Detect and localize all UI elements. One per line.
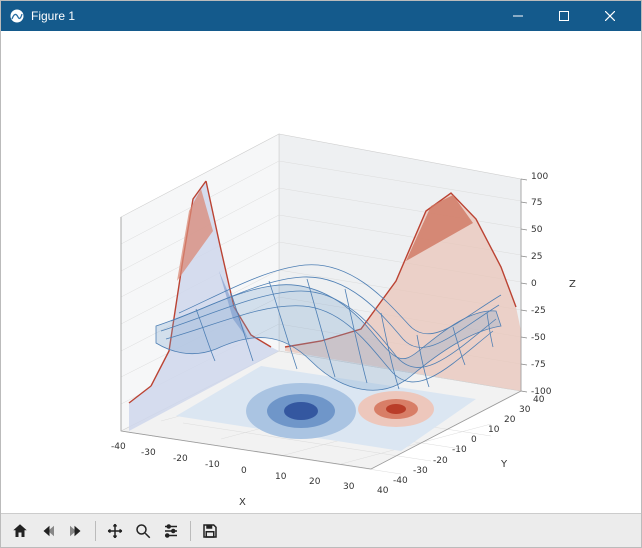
toolbar-separator [190,521,191,541]
toolbar-separator [95,521,96,541]
app-icon [9,8,25,24]
svg-text:30: 30 [519,405,531,415]
z-axis-label: Z [569,279,576,290]
svg-text:-30: -30 [413,466,428,476]
svg-text:0: 0 [241,466,247,476]
svg-text:-40: -40 [111,442,126,452]
svg-text:-40: -40 [393,476,408,486]
configure-button[interactable] [158,518,184,544]
svg-text:100: 100 [531,172,548,182]
titlebar: Figure 1 [1,1,641,31]
maximize-button[interactable] [541,1,587,31]
save-button[interactable] [197,518,223,544]
home-button[interactable] [7,518,33,544]
svg-text:-50: -50 [531,333,546,343]
svg-text:25: 25 [531,252,542,262]
svg-text:50: 50 [531,225,543,235]
svg-text:-20: -20 [173,454,188,464]
svg-text:0: 0 [471,435,477,445]
window-title: Figure 1 [31,9,495,23]
svg-text:10: 10 [488,425,500,435]
z-ticks: -100 -75 -50 -25 0 25 50 75 100 [531,172,552,397]
y-axis-label: Y [500,459,508,470]
svg-text:-20: -20 [433,456,448,466]
svg-text:10: 10 [275,472,287,482]
zoom-button[interactable] [130,518,156,544]
svg-text:-75: -75 [531,360,546,370]
figure-canvas[interactable]: -40 -30 -20 -10 0 10 20 30 40 X -40 -30 … [1,31,641,513]
forward-button[interactable] [63,518,89,544]
minimize-button[interactable] [495,1,541,31]
nav-toolbar [1,513,641,547]
svg-text:-100: -100 [531,387,552,397]
svg-text:0: 0 [531,279,537,289]
svg-text:75: 75 [531,198,542,208]
svg-text:-10: -10 [205,460,220,470]
svg-text:20: 20 [309,477,321,487]
x-axis-label: X [239,497,246,508]
axes-3d: -40 -30 -20 -10 0 10 20 30 40 X -40 -30 … [1,31,641,515]
back-button[interactable] [35,518,61,544]
svg-text:-25: -25 [531,306,546,316]
svg-text:-10: -10 [452,445,467,455]
svg-text:-30: -30 [141,448,156,458]
svg-text:40: 40 [377,486,389,496]
close-button[interactable] [587,1,633,31]
pan-button[interactable] [102,518,128,544]
svg-text:30: 30 [343,482,355,492]
svg-text:20: 20 [504,415,516,425]
